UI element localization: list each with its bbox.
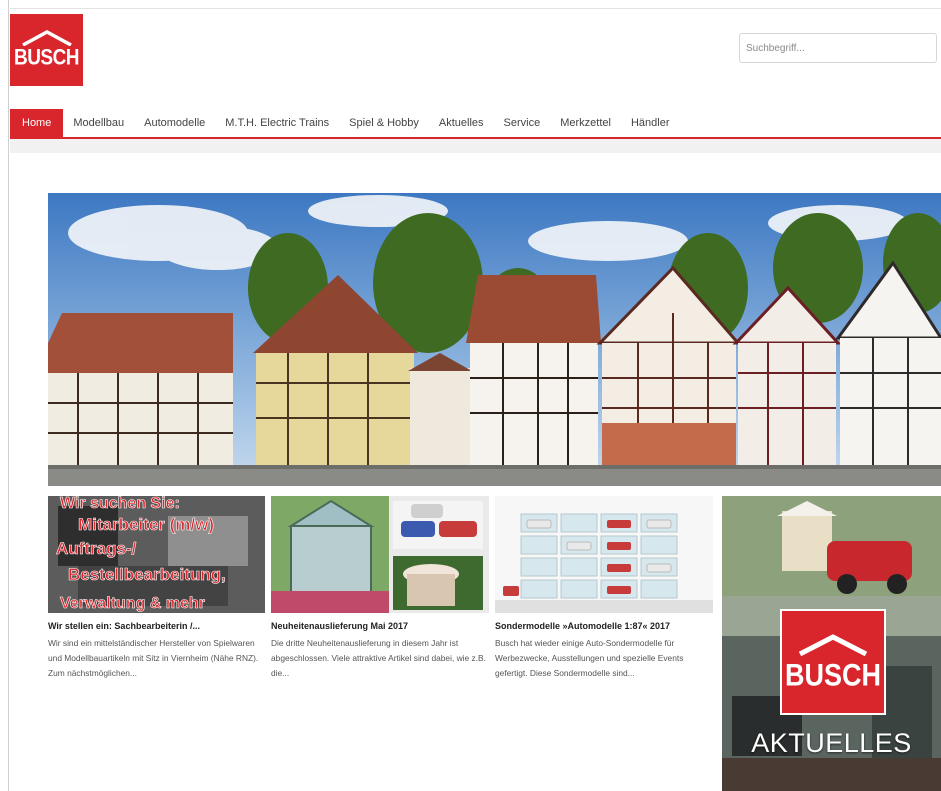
job-thumb-line-4: Bestellbearbeitung, [68,565,226,584]
nav-item-modellbau[interactable]: Modellbau [63,109,134,137]
aktuelles-logo-roof-icon [798,633,868,656]
job-thumb-line-3: Auftrags-/ [56,539,137,558]
aktuelles-label: AKTUELLES [751,728,912,758]
news-card-sondermodelle[interactable]: Sondermodelle »Automodelle 1:87« 2017 Bu… [495,496,713,681]
news-card-job[interactable]: Wir suchen Sie: Mitarbeiter (m/w) Auftra… [48,496,265,681]
hero-banner-image[interactable] [48,193,941,486]
nav-item-mth-electric-trains[interactable]: M.T.H. Electric Trains [215,109,339,137]
news-card-neuheiten-text: Die dritte Neuheitenauslieferung in dies… [271,638,486,678]
news-card-sondermodelle-text: Busch hat wieder einige Auto-Sondermodel… [495,638,684,678]
news-card-job-text: Wir sind ein mittelständischer Herstelle… [48,638,259,678]
nav-item-merkzettel[interactable]: Merkzettel [550,109,621,137]
news-card-job-title[interactable]: Wir stellen ein: Sachbearbeiterin /... [48,620,265,632]
job-thumb-line-1: Wir suchen Sie: [60,496,180,512]
news-card-neuheiten-title[interactable]: Neuheitenauslieferung Mai 2017 [271,620,489,632]
aktuelles-busch-logo: BUSCH [780,609,886,715]
search-input[interactable] [739,33,937,63]
nav-item-haendler[interactable]: Händler [621,109,680,137]
job-thumb-line-2: Mitarbeiter (m/w) [78,515,214,534]
aktuelles-panel[interactable]: BUSCH AKTUELLES [722,496,941,791]
aktuelles-logo-text: BUSCH [784,657,881,692]
nav-item-home[interactable]: Home [10,109,64,137]
logo-text: BUSCH [13,46,80,71]
nav-item-aktuelles[interactable]: Aktuelles [429,109,494,137]
page-frame-border [8,0,9,791]
logo-roof-icon [21,30,72,46]
nav-shadow-band [10,139,941,153]
news-card-sondermodelle-image[interactable] [495,496,713,613]
main-nav: Home Modellbau Automodelle M.T.H. Electr… [10,109,941,137]
nav-item-automodelle[interactable]: Automodelle [134,109,215,137]
news-card-job-image[interactable]: Wir suchen Sie: Mitarbeiter (m/w) Auftra… [48,496,265,613]
nav-item-service[interactable]: Service [494,109,551,137]
news-card-sondermodelle-title[interactable]: Sondermodelle »Automodelle 1:87« 2017 [495,620,713,632]
busch-logo[interactable]: BUSCH [10,14,83,86]
news-card-neuheiten-image[interactable] [271,496,489,613]
nav-item-spiel-hobby[interactable]: Spiel & Hobby [339,109,429,137]
job-thumb-line-5: Verwaltung & mehr [60,595,205,612]
news-card-neuheiten[interactable]: Neuheitenauslieferung Mai 2017 Die dritt… [271,496,489,681]
page-frame-top-border [8,8,941,9]
